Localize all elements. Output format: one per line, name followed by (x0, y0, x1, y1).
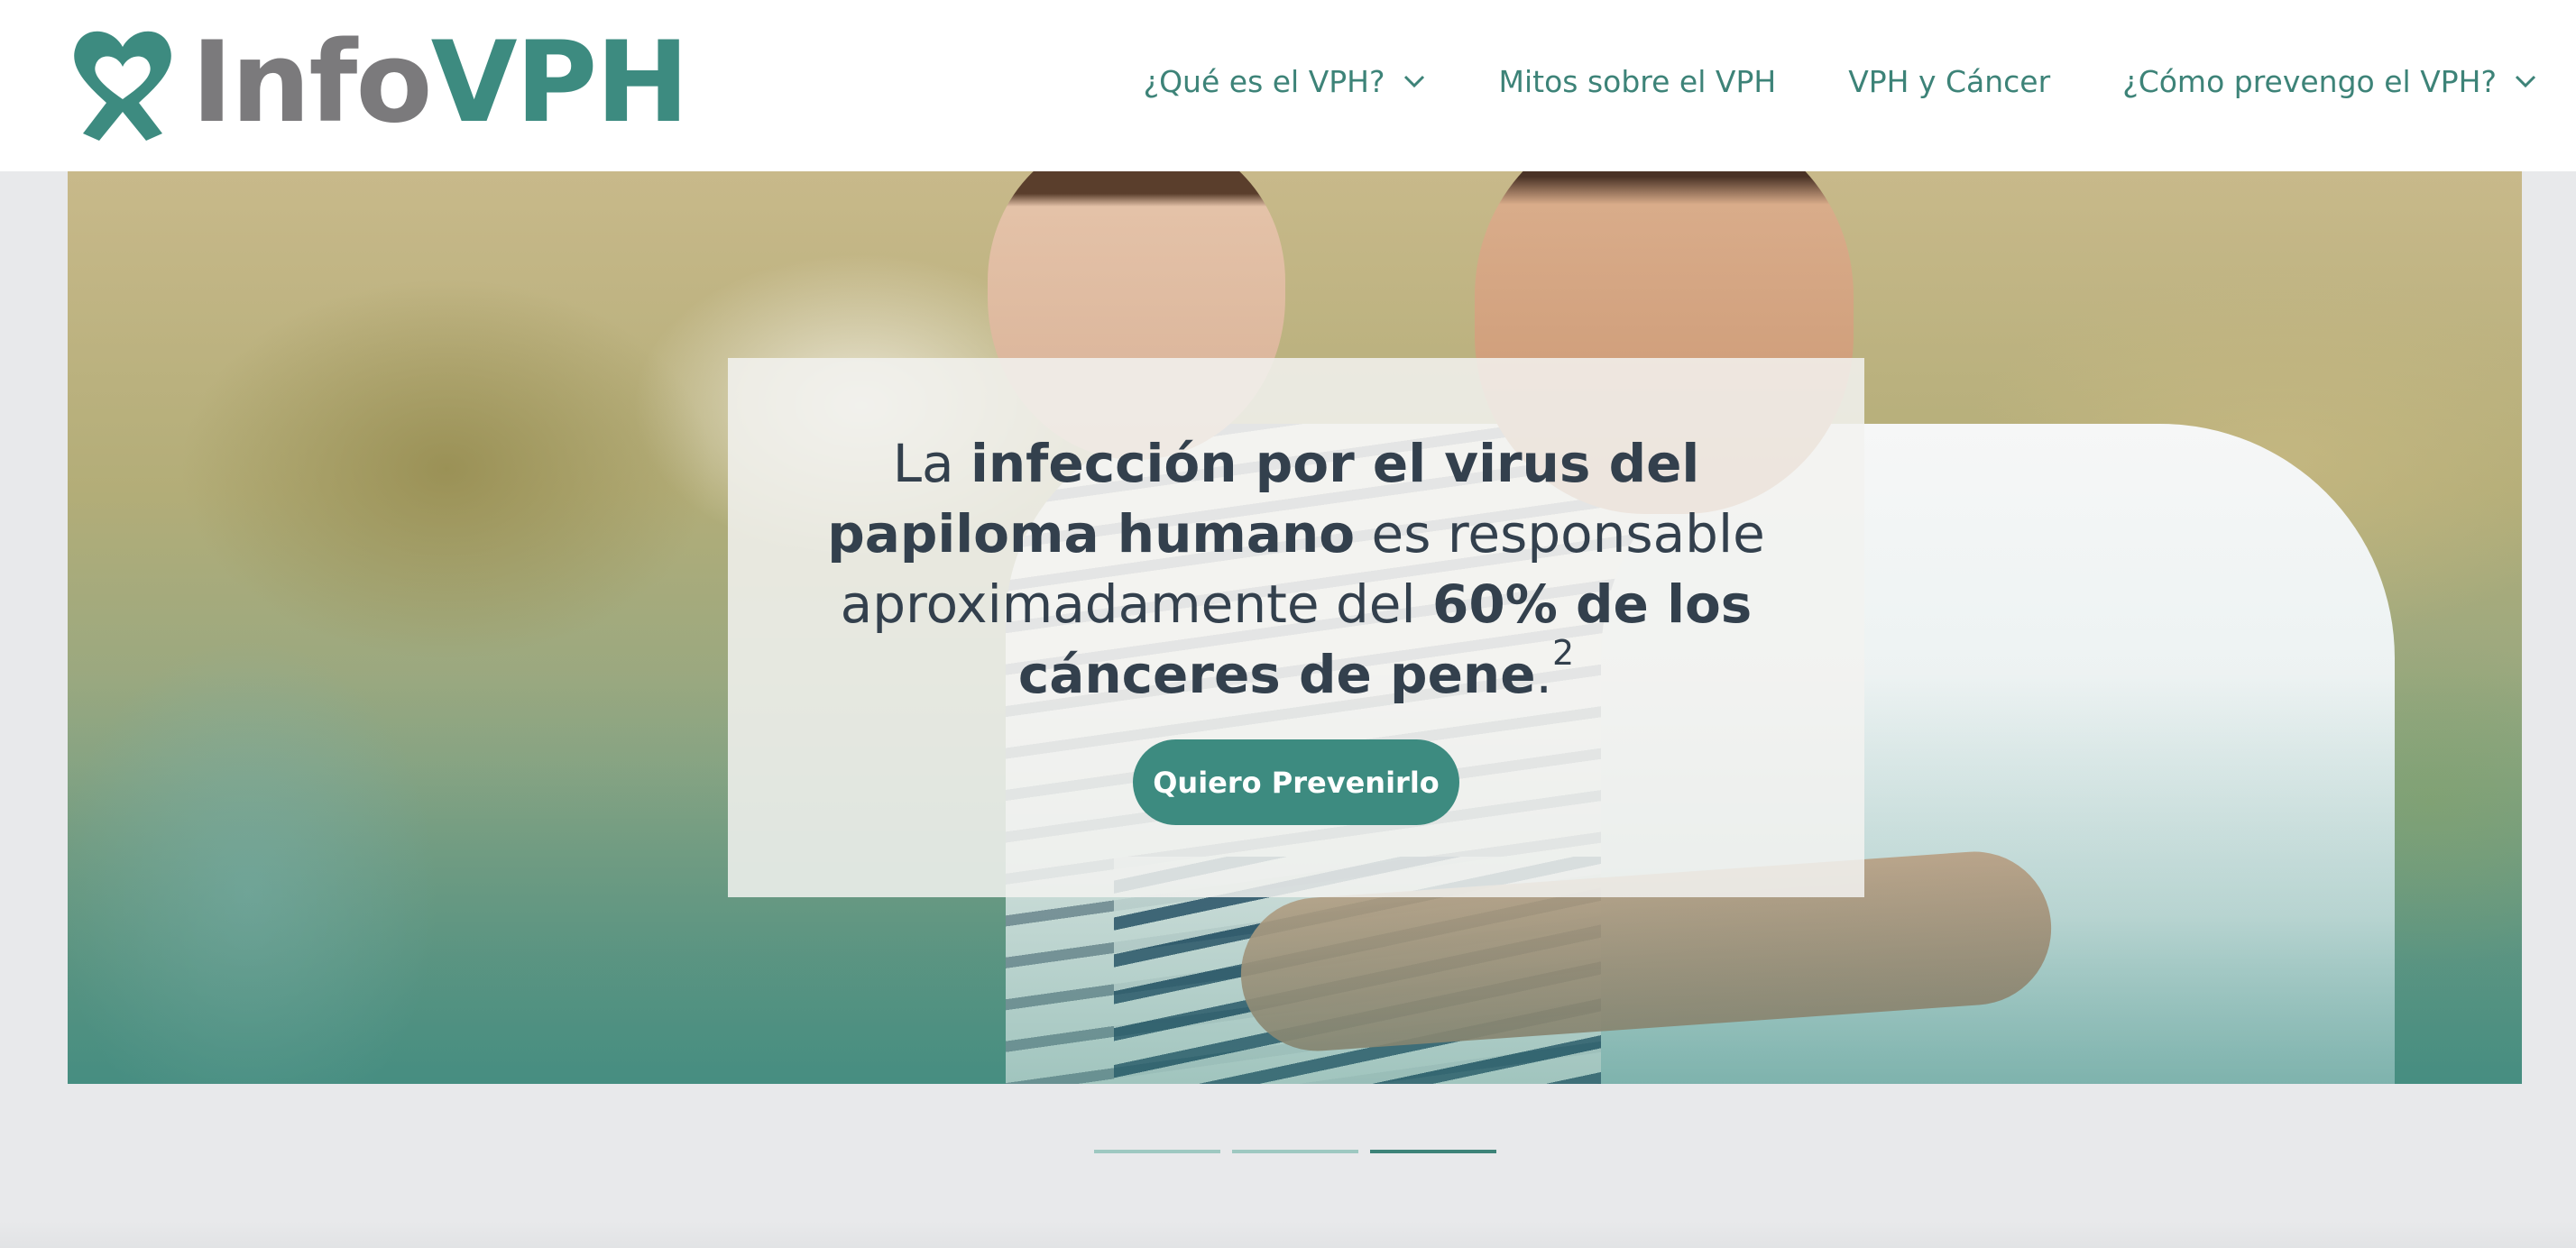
hero-text-part: La (892, 433, 971, 494)
carousel-indicator[interactable] (1232, 1150, 1358, 1153)
main-nav: ¿Qué es el VPH? Mitos sobre el VPH VPH y… (1072, 54, 2538, 108)
chevron-down-icon (1403, 75, 1424, 88)
logo-wordmark: InfoVPH (191, 27, 689, 139)
quiero-prevenirlo-button[interactable]: Quiero Prevenirlo (1133, 739, 1459, 825)
footnote-reference[interactable]: 2 (1552, 633, 1574, 673)
hero-message: La infección por el virus del papiloma h… (782, 428, 1810, 710)
nav-item-label: Mitos sobre el VPH (1498, 63, 1777, 99)
hero-banner: La infección por el virus del papiloma h… (68, 171, 2522, 1084)
nav-item-vph-cancer[interactable]: VPH y Cáncer (1848, 64, 2050, 99)
logo-info-text: Info (191, 18, 433, 148)
nav-item-que-es-vph[interactable]: ¿Qué es el VPH? (1144, 64, 1427, 99)
carousel-indicators (1094, 1150, 1508, 1153)
logo[interactable]: InfoVPH (67, 20, 689, 146)
nav-item-como-prevengo[interactable]: ¿Cómo prevengo el VPH? (2122, 64, 2538, 99)
page-bottom (0, 1221, 2576, 1248)
carousel-indicator[interactable] (1094, 1150, 1220, 1153)
nav-item-label: ¿Qué es el VPH? (1143, 63, 1385, 99)
site-header: InfoVPH ¿Qué es el VPH? Mitos sobre el V… (0, 0, 2576, 171)
heart-ribbon-icon (74, 31, 171, 142)
logo-vph-text: VPH (430, 18, 690, 148)
nav-item-label: VPH y Cáncer (1848, 63, 2051, 99)
carousel-indicator-active[interactable] (1370, 1150, 1496, 1153)
chevron-down-icon (2515, 75, 2536, 88)
hero-message-card: La infección por el virus del papiloma h… (728, 358, 1864, 897)
hero-text-part: . (1535, 644, 1552, 705)
nav-item-label: ¿Cómo prevengo el VPH? (2122, 63, 2497, 99)
nav-item-mitos[interactable]: Mitos sobre el VPH (1499, 64, 1777, 99)
